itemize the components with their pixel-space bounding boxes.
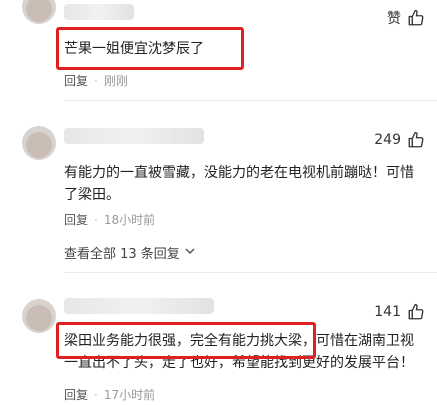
comment-meta: 回复 · 18小时前 (64, 211, 155, 228)
timestamp: 18小时前 (103, 213, 156, 227)
avatar[interactable] (22, 0, 56, 24)
like-button[interactable]: 141 (374, 303, 425, 321)
comment-text: 有能力的一直被雪藏，没能力的老在电视机前蹦哒！可惜了梁田。 (64, 165, 414, 203)
reply-button[interactable]: 回复 (64, 211, 88, 228)
avatar[interactable] (22, 126, 56, 160)
username-blurred[interactable] (64, 4, 134, 20)
like-label: 赞 (387, 11, 401, 27)
like-button[interactable]: 249 (374, 131, 425, 149)
reply-button[interactable]: 回复 (64, 72, 88, 89)
chevron-down-icon (184, 245, 196, 261)
timestamp: 刚刚 (103, 74, 128, 88)
view-replies-label: 查看全部 13 条回复 (64, 247, 180, 262)
reply-button[interactable]: 回复 (64, 386, 88, 403)
separator-dot: · (94, 212, 98, 227)
separator-dot: · (94, 73, 98, 88)
timestamp: 17小时前 (103, 388, 156, 402)
username-blurred[interactable] (64, 128, 204, 144)
comment-meta: 回复 · 17小时前 (64, 386, 155, 403)
like-button[interactable]: 赞 (387, 8, 425, 28)
like-count: 141 (374, 304, 401, 320)
comment-text: 梁田业务能力很强，完全有能力挑大梁，可惜在湖南卫视一直出不了头，走了也好，希望能… (64, 333, 414, 371)
thumbs-up-icon (407, 131, 425, 149)
thumbs-up-icon (407, 303, 425, 321)
view-all-replies-link[interactable]: 查看全部 13 条回复 (64, 243, 196, 262)
divider (64, 100, 437, 101)
avatar[interactable] (22, 299, 56, 333)
thumbs-up-icon (407, 9, 425, 27)
comment-meta: 回复 · 刚刚 (64, 72, 128, 89)
separator-dot: · (94, 387, 98, 402)
username-blurred[interactable] (64, 298, 214, 314)
divider (64, 272, 437, 273)
comment-text: 芒果一姐便宜沈梦辰了 (64, 41, 204, 57)
like-count: 249 (374, 132, 401, 148)
